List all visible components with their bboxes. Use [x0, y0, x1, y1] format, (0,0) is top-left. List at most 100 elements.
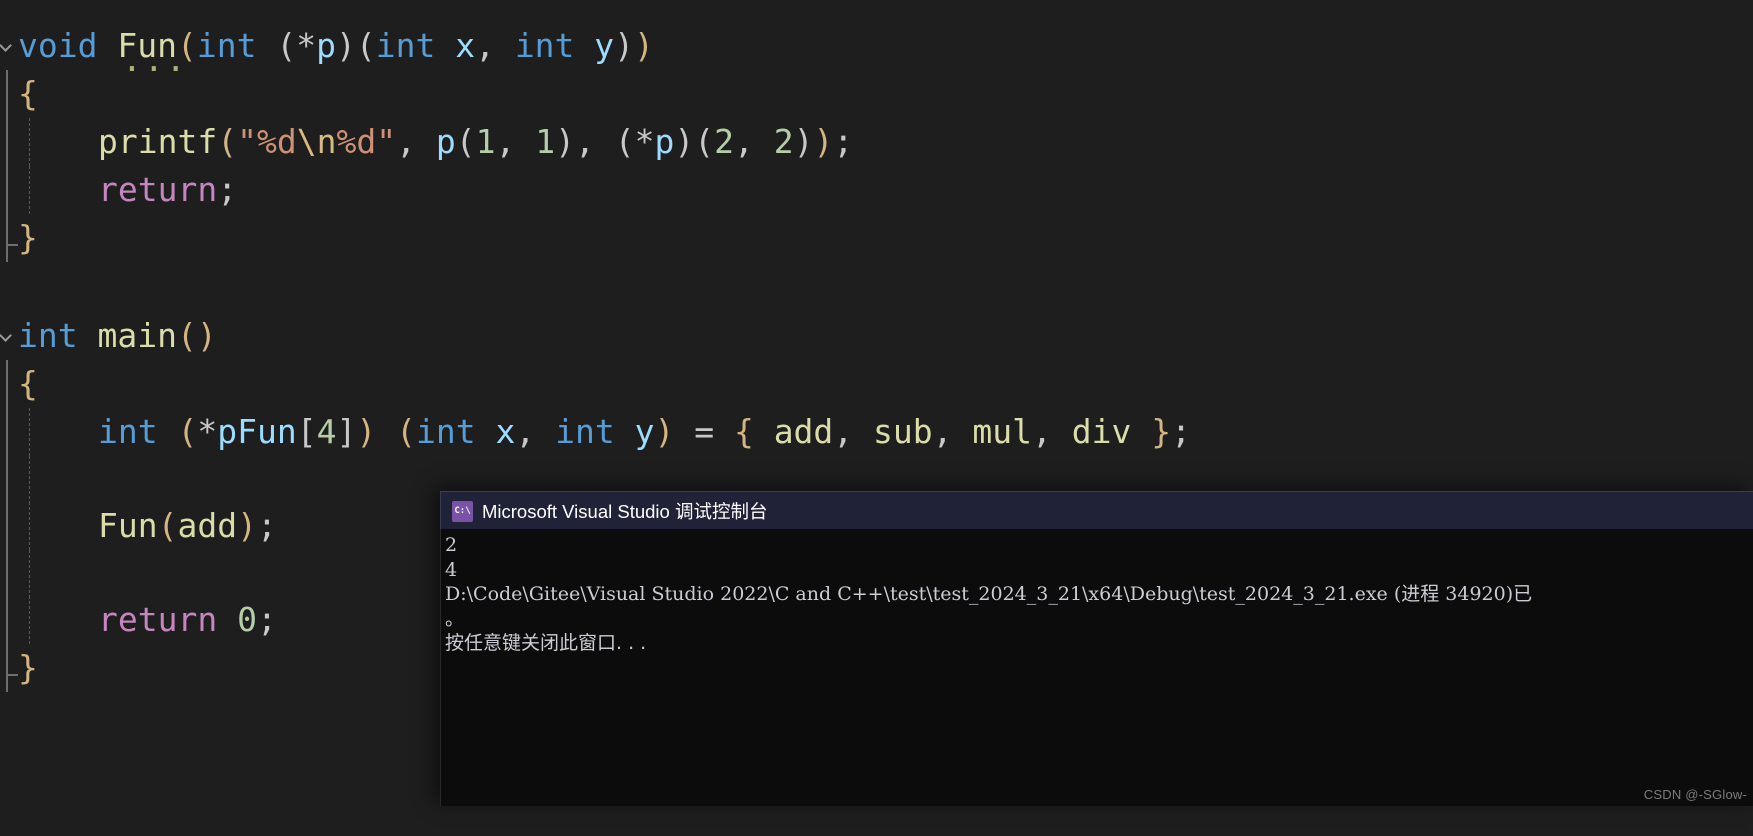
- region-bar: [6, 456, 8, 504]
- code-line-7-text: int main(): [18, 316, 217, 355]
- region-bar-end: [6, 644, 18, 692]
- token-param-p-call: p: [435, 122, 456, 161]
- gutter-line-11: [0, 502, 18, 550]
- console-window-title: Microsoft Visual Studio 调试控制台: [482, 501, 768, 522]
- console-icon-glyph: C:\: [454, 505, 471, 516]
- token-function-add-arg: add: [177, 506, 238, 545]
- gutter-line-13: [0, 596, 18, 644]
- token-keyword-int-3: int: [514, 26, 575, 65]
- code-line-11-text: Fun(add);: [98, 506, 277, 545]
- console-title-bar[interactable]: C:\ Microsoft Visual Studio 调试控制台: [440, 491, 1753, 530]
- token-param-p-deref: p: [654, 122, 675, 161]
- region-bar: [6, 550, 8, 598]
- code-line-13-text: return 0;: [98, 600, 277, 639]
- indent-guide: [29, 118, 30, 166]
- console-output-line: 4: [445, 558, 458, 581]
- code-line-4-text: return;: [98, 170, 238, 209]
- token-function-add: add: [773, 412, 834, 451]
- code-line-8: {: [0, 360, 1753, 408]
- code-line-3: printf("%d\n%d", p(1, 1), (*p)(2, 2));: [0, 118, 1753, 166]
- token-keyword-void: void: [18, 26, 98, 65]
- token-number-0: 0: [237, 600, 257, 639]
- token-number-2a: 2: [714, 122, 734, 161]
- gutter-line-1: [0, 22, 18, 70]
- code-line-4: return;: [0, 166, 1753, 214]
- token-keyword-int-main: int: [18, 316, 78, 355]
- token-param-x2: x: [495, 412, 516, 451]
- token-string-escape: \n: [296, 122, 337, 161]
- gutter-line-10: [0, 456, 18, 504]
- token-identifier-pfun: pFun: [217, 412, 297, 451]
- region-bar: [6, 596, 8, 644]
- indent-guide: [29, 456, 30, 504]
- console-output-line: 。: [445, 607, 465, 630]
- token-function-mul: mul: [972, 412, 1033, 451]
- region-bar: [6, 408, 8, 456]
- code-line-3-text: printf("%d\n%d", p(1, 1), (*p)(2, 2));: [98, 122, 854, 161]
- gutter-line-3: [0, 118, 18, 166]
- gutter-line-12: [0, 550, 18, 598]
- debug-console-window[interactable]: C:\ Microsoft Visual Studio 调试控制台 2 4 D:…: [440, 491, 1753, 806]
- gutter-line-7: [0, 312, 18, 360]
- region-bar: [6, 166, 8, 214]
- token-keyword-int-py: int: [555, 412, 615, 451]
- gutter-line-9: [0, 408, 18, 456]
- token-param-y: y: [594, 26, 615, 65]
- token-keyword-return-0: return: [98, 600, 218, 639]
- region-bar: [6, 502, 8, 550]
- console-output-line: 按任意键关闭此窗口. . .: [445, 632, 647, 654]
- code-line-2-text: {: [18, 74, 38, 113]
- console-app-icon: C:\: [452, 500, 473, 522]
- code-line-8-text: {: [18, 364, 38, 403]
- gutter-line-2: [0, 70, 18, 118]
- code-line-9-text: int (*pFun[4]) (int x, int y) = { add, s…: [98, 412, 1191, 451]
- code-line-14-text: }: [18, 648, 38, 687]
- token-number-4: 4: [316, 412, 337, 451]
- token-string-open: "%d: [237, 122, 297, 161]
- token-keyword-int: int: [196, 26, 257, 65]
- code-line-9: int (*pFun[4]) (int x, int y) = { add, s…: [0, 408, 1753, 456]
- gutter-line-14: [0, 644, 18, 692]
- token-function-printf: printf: [98, 122, 218, 161]
- token-keyword-int-2: int: [375, 26, 436, 65]
- region-bar: [6, 70, 8, 118]
- region-bar: [6, 118, 8, 166]
- code-line-2: {: [0, 70, 1753, 118]
- code-line-1: void Fun(int (*p)(int x, int y)) ...: [0, 22, 1753, 79]
- gutter-line-8: [0, 360, 18, 408]
- indent-guide: [29, 596, 30, 644]
- token-function-sub: sub: [873, 412, 933, 451]
- gutter-line-5: [0, 214, 18, 262]
- code-line-1-text: void Fun(int (*p)(int x, int y)): [18, 26, 654, 65]
- token-number-2b: 2: [773, 122, 794, 161]
- indent-guide: [29, 502, 30, 550]
- code-line-5-text: }: [18, 218, 38, 257]
- indent-guide: [29, 550, 30, 598]
- token-number-1a: 1: [475, 122, 496, 161]
- token-keyword-int-px: int: [415, 412, 476, 451]
- region-bar: [6, 360, 8, 408]
- token-param-x: x: [455, 26, 476, 65]
- code-line-7: int main(): [0, 312, 1753, 360]
- indent-guide: [29, 166, 30, 214]
- collapse-chevron-icon[interactable]: [1, 329, 14, 342]
- collapse-chevron-icon[interactable]: [1, 39, 14, 52]
- console-output-area[interactable]: 2 4 D:\Code\Gitee\Visual Studio 2022\C a…: [440, 529, 1753, 806]
- gutter-line-4: [0, 166, 18, 214]
- token-param-y2: y: [634, 412, 655, 451]
- console-output-line: 2: [445, 534, 458, 556]
- token-string-close: %d": [336, 122, 397, 161]
- token-function-main: main: [97, 316, 177, 355]
- code-line-5: }: [0, 214, 1753, 262]
- token-number-1b: 1: [535, 122, 556, 161]
- csdn-watermark: CSDN @-SGlow-: [1643, 787, 1747, 802]
- token-keyword-return: return: [98, 170, 218, 209]
- token-param-p: p: [316, 26, 336, 65]
- region-bar-end: [6, 214, 18, 262]
- token-function-fun-call: Fun: [98, 506, 158, 545]
- token-function-div: div: [1071, 412, 1132, 451]
- token-keyword-int-pfun: int: [98, 412, 158, 451]
- console-output-line: D:\Code\Gitee\Visual Studio 2022\C and C…: [445, 583, 1533, 605]
- indent-guide: [29, 408, 30, 456]
